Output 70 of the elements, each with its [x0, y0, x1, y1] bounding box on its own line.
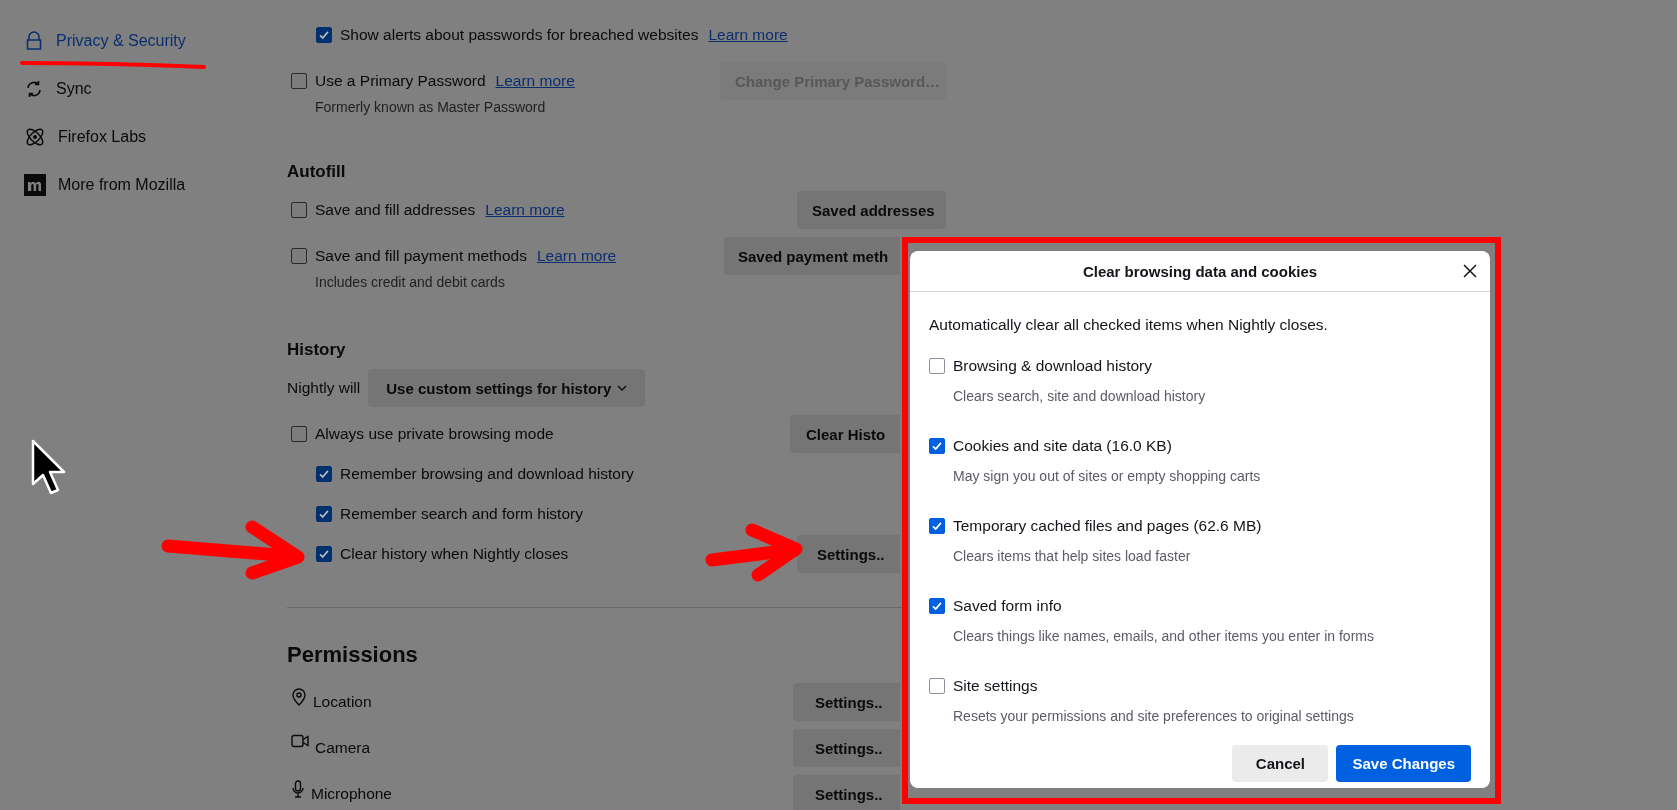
- option-description: Resets your permissions and site preferences to original settings: [952, 707, 1355, 725]
- settings-button[interactable]: Settings..: [793, 729, 900, 767]
- atom-icon: [24, 126, 46, 148]
- dialog-intro: Automatically clear all checked items when Nightly closes.: [929, 315, 1329, 335]
- checkbox-label: Site settings: [953, 677, 1038, 695]
- checkbox[interactable]: [929, 438, 945, 454]
- checkbox[interactable]: [291, 202, 307, 218]
- checkbox-label: Temporary cached files and pages (62.6 MB): [953, 517, 1262, 535]
- checkbox[interactable]: [291, 248, 307, 264]
- checkbox[interactable]: [291, 73, 307, 89]
- hint-text: Formerly known as Master Password: [314, 98, 547, 117]
- section-heading: Permissions: [287, 641, 419, 669]
- checkbox-label: Save and fill payment methods: [315, 247, 527, 265]
- settings-button[interactable]: Settings..: [797, 535, 900, 573]
- sidebar-item[interactable]: More from Mozilla: [0, 165, 287, 205]
- sidebar-item[interactable]: Firefox Labs: [0, 117, 287, 157]
- close-icon[interactable]: [1463, 264, 1477, 278]
- sidebar-item[interactable]: Privacy & Security: [0, 21, 287, 61]
- hint-text: Includes credit and debit cards: [314, 273, 506, 292]
- learn-more-link[interactable]: Learn more: [495, 72, 575, 90]
- saved-data-button[interactable]: Saved addresses: [797, 191, 946, 229]
- section-heading: History: [287, 339, 347, 361]
- cancel-button[interactable]: Cancel: [1232, 745, 1329, 782]
- checkbox-label: Use a Primary Password: [315, 72, 486, 90]
- checkbox[interactable]: [929, 598, 945, 614]
- saved-data-button[interactable]: Saved payment meth: [724, 237, 900, 275]
- permission-label: Microphone: [311, 785, 392, 803]
- history-mode-dropdown[interactable]: Use custom settings for history: [368, 369, 646, 407]
- checkbox[interactable]: [929, 358, 945, 374]
- learn-more-link[interactable]: Learn more: [485, 201, 565, 219]
- checkbox-label: Save and fill addresses: [315, 201, 476, 219]
- checkbox-label: Show alerts about passwords for breached websites: [340, 26, 699, 44]
- checkbox[interactable]: [316, 506, 332, 522]
- checkbox[interactable]: [929, 678, 945, 694]
- save-button[interactable]: Save Changes: [1336, 745, 1471, 782]
- checkbox[interactable]: [929, 518, 945, 534]
- chevron-down-icon: [617, 385, 628, 391]
- dialog-title: Clear browsing data and cookies: [1082, 262, 1318, 280]
- sidebar-item[interactable]: Sync: [0, 69, 287, 109]
- sync-icon: [24, 79, 44, 99]
- learn-more-link[interactable]: Learn more: [708, 26, 788, 44]
- settings-button[interactable]: Settings..: [793, 775, 900, 810]
- option-description: Clears things like names, emails, and other items you enter in forms: [952, 627, 1375, 645]
- option-description: Clears items that help sites load faster: [952, 547, 1192, 565]
- permission-label: Location: [313, 693, 372, 711]
- mouse-cursor-icon: [31, 439, 66, 495]
- checkbox[interactable]: [316, 546, 332, 562]
- microphone-icon: [291, 780, 305, 798]
- m-logo-icon: [24, 174, 46, 196]
- checkbox-label: Cookies and site data (16.0 KB): [953, 437, 1172, 455]
- section-heading: Autofill: [287, 161, 347, 183]
- checkbox-label: Remember browsing and download history: [340, 465, 634, 483]
- checkbox-label: Remember search and form history: [340, 505, 583, 523]
- option-description: May sign you out of sites or empty shopping carts: [952, 467, 1262, 485]
- checkbox-label: Browsing & download history: [953, 357, 1153, 375]
- lock-icon: [24, 31, 44, 51]
- permission-label: Camera: [315, 739, 371, 757]
- location-pin-icon: [291, 688, 307, 706]
- camera-icon: [291, 734, 309, 748]
- checkbox[interactable]: [316, 466, 332, 482]
- checkbox[interactable]: [291, 426, 307, 442]
- settings-button[interactable]: Settings..: [793, 683, 900, 721]
- checkbox-label: Clear history when Nightly closes: [340, 545, 569, 563]
- checkbox-label: Always use private browsing mode: [315, 425, 554, 443]
- checkbox[interactable]: [316, 27, 332, 43]
- learn-more-link[interactable]: Learn more: [536, 247, 617, 265]
- clear-history-button[interactable]: Clear Histo: [790, 415, 900, 453]
- option-description: Clears search, site and download history: [952, 387, 1207, 405]
- history-mode-label: Nightly will: [287, 379, 361, 397]
- checkbox-label: Saved form info: [953, 597, 1062, 615]
